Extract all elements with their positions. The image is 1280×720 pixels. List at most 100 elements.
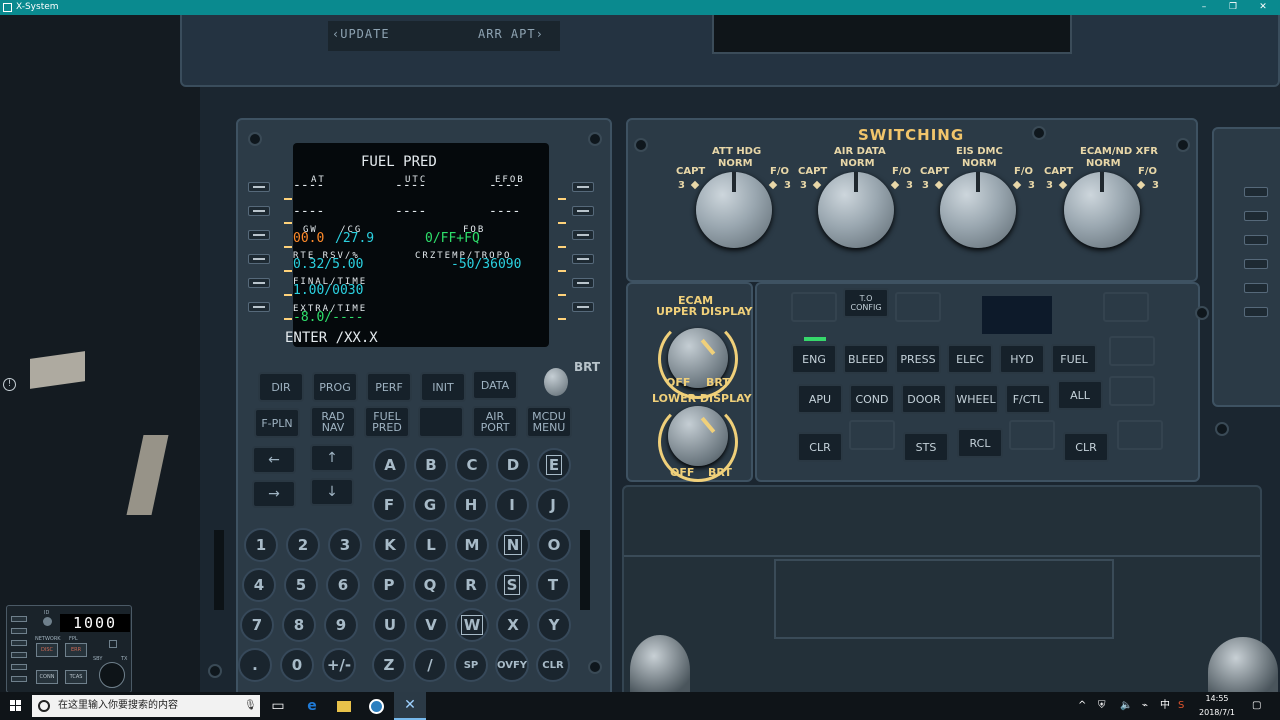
fo-lsk[interactable] bbox=[1244, 283, 1268, 293]
key-7[interactable]: 7 bbox=[240, 608, 274, 642]
mode-knob[interactable] bbox=[99, 662, 125, 688]
all-page-button[interactable]: ALL bbox=[1057, 380, 1103, 410]
thrust-lever[interactable] bbox=[630, 635, 690, 692]
lsk-5l[interactable] bbox=[248, 278, 270, 288]
lsk-1l[interactable] bbox=[248, 182, 270, 192]
key-ovfy[interactable]: OVFY bbox=[495, 648, 529, 682]
clr-button-left[interactable]: CLR bbox=[797, 432, 843, 462]
fuel-pred-key[interactable]: FUEL PRED bbox=[364, 406, 410, 438]
key-s[interactable]: S bbox=[495, 568, 529, 602]
key-decimal[interactable]: . bbox=[238, 648, 272, 682]
rcl-button[interactable]: RCL bbox=[957, 428, 1003, 458]
wheel-page-button[interactable]: WHEEL bbox=[953, 384, 999, 414]
key-2[interactable]: 2 bbox=[286, 528, 320, 562]
key-r[interactable]: R bbox=[454, 568, 488, 602]
conn-button[interactable]: CONN bbox=[36, 670, 58, 684]
key-t[interactable]: T bbox=[536, 568, 570, 602]
slew-right-key[interactable]: → bbox=[252, 480, 296, 508]
microphone-icon[interactable]: 🎙 bbox=[244, 700, 257, 711]
taskbar-search-input[interactable]: 在这里输入你要搜索的内容 bbox=[32, 695, 260, 717]
update-lsk-label[interactable]: ‹UPDATE bbox=[332, 27, 390, 43]
start-button[interactable] bbox=[0, 692, 32, 720]
key-4[interactable]: 4 bbox=[242, 568, 276, 602]
f-pln-key[interactable]: F-PLN bbox=[254, 408, 300, 438]
lsk-1r[interactable] bbox=[572, 182, 594, 192]
squawk-code[interactable]: 1000 bbox=[60, 614, 130, 632]
key-e[interactable]: E bbox=[537, 448, 571, 482]
fo-lsk[interactable] bbox=[1244, 235, 1268, 245]
xpdr-small-button[interactable] bbox=[109, 640, 117, 648]
key-b[interactable]: B bbox=[414, 448, 448, 482]
speedbrake-lever[interactable] bbox=[1208, 637, 1278, 692]
key-3[interactable]: 3 bbox=[328, 528, 362, 562]
err-button[interactable]: ERR bbox=[65, 643, 87, 657]
ime-indicator[interactable]: 中 bbox=[1160, 692, 1170, 720]
minimize-button[interactable]: – bbox=[1190, 0, 1218, 15]
key-k[interactable]: K bbox=[373, 528, 407, 562]
cockpit-viewport[interactable]: ‹UPDATE ARR APT› FUEL PRED AT UTC EFOB -… bbox=[0, 15, 1280, 692]
key-w[interactable]: W bbox=[455, 608, 489, 642]
ecam-nd-xfr-knob[interactable] bbox=[1064, 172, 1140, 248]
fctl-page-button[interactable]: F/CTL bbox=[1005, 384, 1051, 414]
key-q[interactable]: Q bbox=[413, 568, 447, 602]
press-page-button[interactable]: PRESS bbox=[895, 344, 941, 374]
key-slash[interactable]: / bbox=[413, 648, 447, 682]
close-button[interactable]: ✕ bbox=[1249, 0, 1277, 15]
key-x[interactable]: X bbox=[496, 608, 530, 642]
key-5[interactable]: 5 bbox=[284, 568, 318, 602]
key-a[interactable]: A bbox=[373, 448, 407, 482]
network-icon[interactable]: ⌁ bbox=[1142, 692, 1148, 720]
air-data-knob[interactable] bbox=[818, 172, 894, 248]
lsk-3r[interactable] bbox=[572, 230, 594, 240]
perf-key[interactable]: PERF bbox=[366, 372, 412, 402]
fo-lsk[interactable] bbox=[1244, 211, 1268, 221]
lsk-3l[interactable] bbox=[248, 230, 270, 240]
key-g[interactable]: G bbox=[413, 488, 447, 522]
xpdr-lsk[interactable] bbox=[11, 652, 27, 658]
arr-apt-lsk-label[interactable]: ARR APT› bbox=[478, 27, 544, 43]
lsk-2r[interactable] bbox=[572, 206, 594, 216]
key-i[interactable]: I bbox=[495, 488, 529, 522]
rad-nav-key[interactable]: RAD NAV bbox=[310, 406, 356, 438]
key-h[interactable]: H bbox=[454, 488, 488, 522]
mcdu-menu-key[interactable]: MCDU MENU bbox=[526, 406, 572, 438]
apu-page-button[interactable]: APU bbox=[797, 384, 843, 414]
mcdu-brightness-knob[interactable] bbox=[544, 368, 568, 396]
to-config-button[interactable]: T.O CONFIG bbox=[843, 288, 889, 318]
eis-dmc-knob[interactable] bbox=[940, 172, 1016, 248]
key-1[interactable]: 1 bbox=[244, 528, 278, 562]
lsk-6l[interactable] bbox=[248, 302, 270, 312]
xpdr-lsk[interactable] bbox=[11, 676, 27, 682]
prog-key[interactable]: PROG bbox=[312, 372, 358, 402]
key-p[interactable]: P bbox=[372, 568, 406, 602]
key-d[interactable]: D bbox=[496, 448, 530, 482]
fo-lsk[interactable] bbox=[1244, 187, 1268, 197]
key-clr[interactable]: CLR bbox=[536, 648, 570, 682]
fo-lsk[interactable] bbox=[1244, 307, 1268, 317]
lower-display-knob[interactable] bbox=[668, 406, 728, 466]
volume-icon[interactable]: 🔈 bbox=[1120, 692, 1132, 720]
key-f[interactable]: F bbox=[372, 488, 406, 522]
file-explorer-icon[interactable] bbox=[328, 692, 360, 720]
bleed-page-button[interactable]: BLEED bbox=[843, 344, 889, 374]
airport-key[interactable]: AIR PORT bbox=[472, 406, 518, 438]
elec-page-button[interactable]: ELEC bbox=[947, 344, 993, 374]
notification-icon[interactable]: ▢ bbox=[1252, 692, 1261, 720]
key-v[interactable]: V bbox=[414, 608, 448, 642]
key-0[interactable]: 0 bbox=[280, 648, 314, 682]
key-6[interactable]: 6 bbox=[326, 568, 360, 602]
lsk-6r[interactable] bbox=[572, 302, 594, 312]
clock-date[interactable]: 2018/7/1 bbox=[1198, 699, 1236, 720]
xpdr-lsk[interactable] bbox=[11, 616, 27, 622]
maximize-button[interactable]: ❐ bbox=[1219, 0, 1247, 15]
key-j[interactable]: J bbox=[536, 488, 570, 522]
lsk-5r[interactable] bbox=[572, 278, 594, 288]
key-n[interactable]: N bbox=[496, 528, 530, 562]
clr-button-right[interactable]: CLR bbox=[1063, 432, 1109, 462]
slew-down-key[interactable]: ↓ bbox=[310, 478, 354, 506]
dir-key[interactable]: DIR bbox=[258, 372, 304, 402]
lsk-4l[interactable] bbox=[248, 254, 270, 264]
fo-lsk[interactable] bbox=[1244, 259, 1268, 269]
key-o[interactable]: O bbox=[537, 528, 571, 562]
xsystem-taskbar-button[interactable]: ✕ bbox=[394, 692, 426, 720]
